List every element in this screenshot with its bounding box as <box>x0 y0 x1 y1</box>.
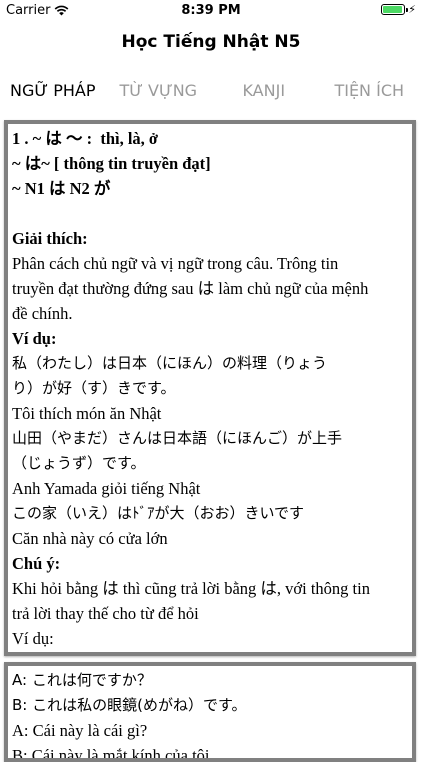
grammar-content: 1 . ~ は ～ : thì, là, ở ~ は~ [ thông tin … <box>8 124 412 651</box>
dialog-line-3: A: Cái này là cái gì? <box>12 718 408 743</box>
example-3-jp: この家（いえ）はﾄﾞｱが大（おお）きいです <box>12 501 408 526</box>
dialog-line-2: B: これは私の眼鏡(めがね）です。 <box>12 693 408 718</box>
example-content: A: これは何ですか？ B: これは私の眼鏡(めがね）です。 A: Cái nà… <box>8 666 412 762</box>
status-bar: Carrier 8:39 PM ⚡ <box>0 0 422 22</box>
example-title: Ví dụ: <box>12 326 408 351</box>
tab-bar: NGỮ PHÁP TỪ VỰNG KANJI TIỆN ÍCH <box>0 76 422 106</box>
grammar-heading-3: ~ N1 は N2 が <box>12 176 408 201</box>
note-title: Chú ý: <box>12 551 408 576</box>
page-title: Học Tiếng Nhật N5 <box>0 32 422 52</box>
note-example: Ví dụ: <box>12 626 408 651</box>
explain-line-3: đề chính. <box>12 301 408 326</box>
dialog-line-4: B: Cái này là mắt kính của tôi <box>12 743 408 762</box>
tab-utilities[interactable]: TIỆN ÍCH <box>317 76 422 106</box>
explain-line-1: Phân cách chủ ngữ và vị ngữ trong câu. T… <box>12 251 408 276</box>
note-line-2: trả lời thay thế cho từ để hỏi <box>12 601 408 626</box>
status-time: 8:39 PM <box>0 3 422 18</box>
status-right: ⚡ <box>381 3 416 16</box>
charging-bolt-icon: ⚡ <box>408 3 416 16</box>
example-2-vi: Anh Yamada giỏi tiếng Nhật <box>12 476 408 501</box>
note-line-1: Khi hỏi bằng は thì cũng trả lời bằng は, … <box>12 576 408 601</box>
grammar-heading-1: 1 . ~ は ～ : thì, là, ở <box>12 126 408 151</box>
battery-icon <box>381 4 405 15</box>
example-1-jp-line-2: り）が好（す）きです。 <box>12 376 408 401</box>
tab-grammar[interactable]: NGỮ PHÁP <box>0 76 106 106</box>
example-2-jp-line-1: 山田（やまだ）さんは日本語（にほんご）が上手 <box>12 426 408 451</box>
example-3-vi: Căn nhà này có cửa lớn <box>12 526 408 551</box>
example-card[interactable]: A: これは何ですか？ B: これは私の眼鏡(めがね）です。 A: Cái nà… <box>4 662 416 762</box>
dialog-line-1: A: これは何ですか？ <box>12 668 408 693</box>
grammar-heading-2: ~ は~ [ thông tin truyền đạt] <box>12 151 408 176</box>
example-1-jp-line-1: 私（わたし）は日本（にほん）の料理（りょう <box>12 351 408 376</box>
explain-line-2: truyền đạt thường đứng sau は làm chủ ngữ… <box>12 276 408 301</box>
blank-line <box>12 201 408 226</box>
tab-vocabulary[interactable]: TỪ VỰNG <box>106 76 212 106</box>
grammar-card[interactable]: 1 . ~ は ～ : thì, là, ở ~ は~ [ thông tin … <box>4 120 416 656</box>
example-2-jp-line-2: （じょうず）です。 <box>12 451 408 476</box>
example-1-vi: Tôi thích món ăn Nhật <box>12 401 408 426</box>
explain-title: Giải thích: <box>12 226 408 251</box>
tab-kanji[interactable]: KANJI <box>211 76 317 106</box>
